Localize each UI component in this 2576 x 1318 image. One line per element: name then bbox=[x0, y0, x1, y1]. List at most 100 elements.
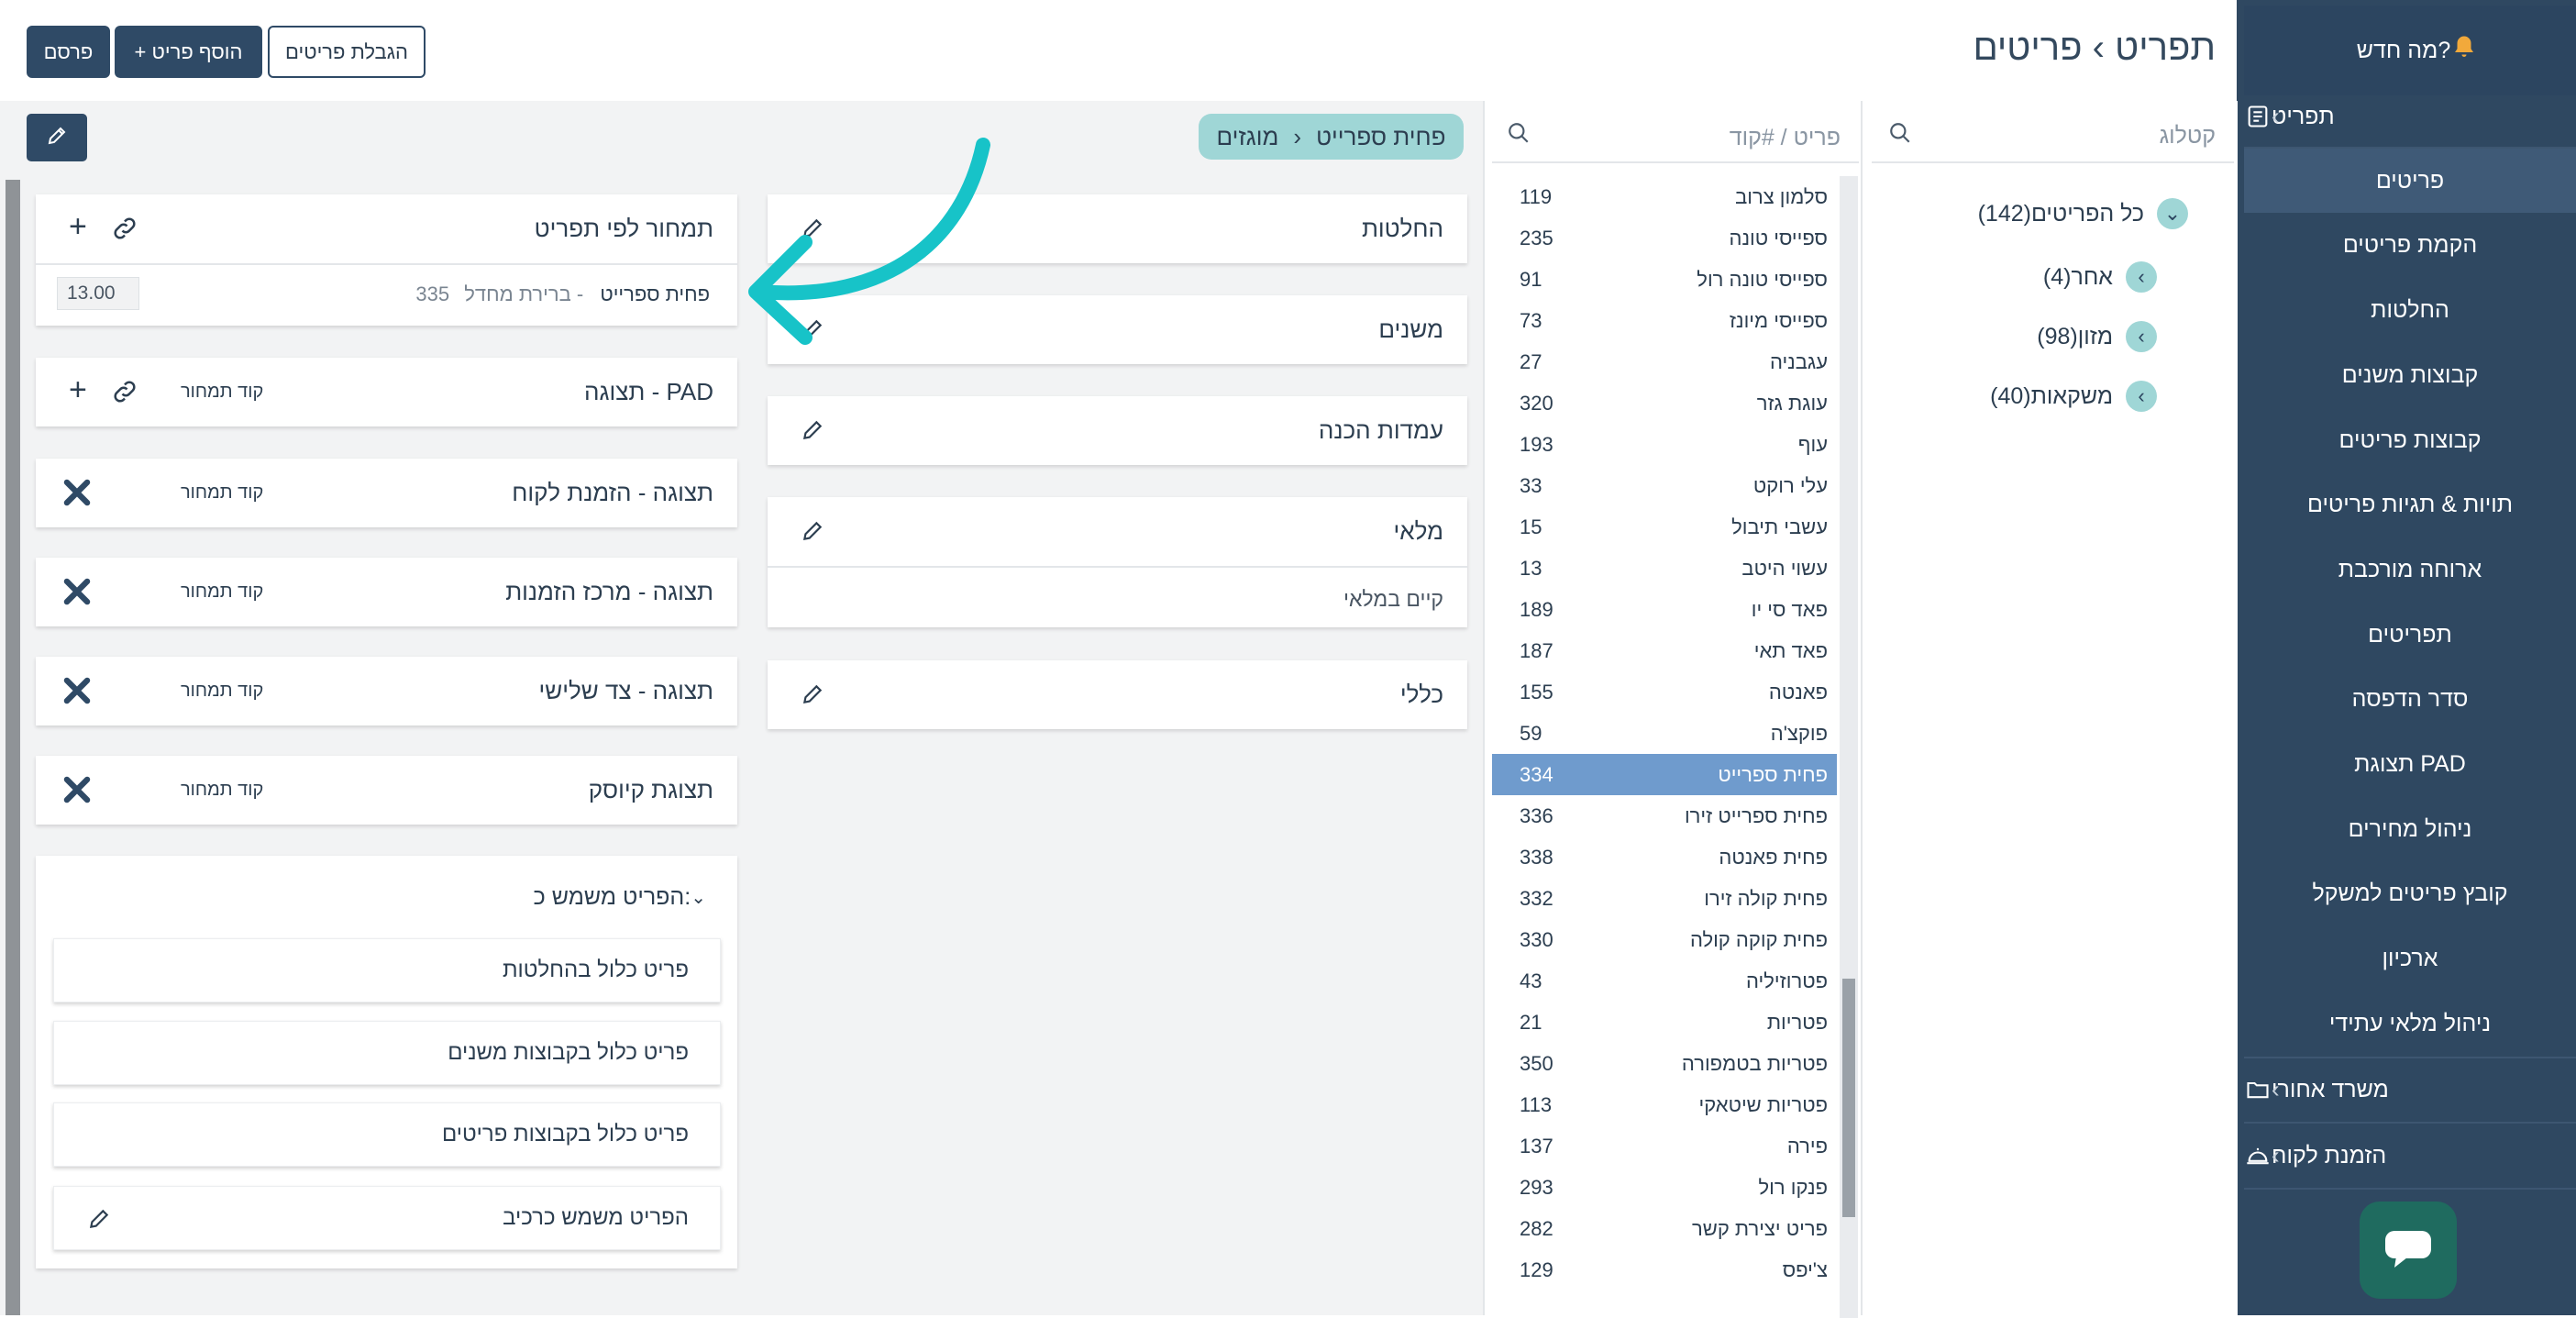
item-row[interactable]: 282 פריט יצירת קשר bbox=[1492, 1208, 1837, 1249]
sidebar-item-menus[interactable]: תפריטים bbox=[2244, 603, 2576, 667]
tree-category-food[interactable]: מזון(98) ‹ bbox=[2037, 321, 2157, 352]
sidebar-item-archive[interactable]: ארכיון bbox=[2244, 926, 2576, 991]
item-row[interactable]: 330 פחית קוקה קולה bbox=[1492, 919, 1837, 960]
sidebar-item-price-management[interactable]: ניהול מחירים bbox=[2244, 797, 2576, 861]
items-limit-button[interactable]: הגבלת פריטים bbox=[268, 26, 426, 78]
sidebar-item-pad-display[interactable]: תצוגת PAD bbox=[2244, 732, 2576, 796]
item-row[interactable]: 73 ספייסי מיונז bbox=[1492, 300, 1837, 341]
link-icon[interactable] bbox=[111, 378, 138, 410]
item-row[interactable]: 13 עשוי היטב bbox=[1492, 548, 1837, 589]
sidebar-item-label: קובץ פריטים למשקל bbox=[2312, 880, 2508, 906]
prep-stations-card[interactable]: עמדות הכנה bbox=[768, 396, 1467, 465]
pencil-icon[interactable] bbox=[87, 1207, 111, 1231]
chevron-down-icon[interactable]: ⌄ bbox=[2157, 198, 2188, 229]
item-row[interactable]: 129 צ'יפס bbox=[1492, 1249, 1837, 1290]
item-row[interactable]: 43 פטרוזיליה bbox=[1492, 960, 1837, 1002]
scrollbar-thumb[interactable] bbox=[1842, 979, 1855, 1217]
pricing-code-label[interactable]: קוד תמחור bbox=[181, 482, 263, 504]
items-search-input[interactable]: פריט / #קוד bbox=[1730, 125, 1841, 151]
catalog-search-input[interactable]: קטלוג bbox=[2160, 123, 2216, 150]
detail-scrollbar[interactable] bbox=[6, 180, 20, 1315]
items-scrollbar[interactable] bbox=[1840, 176, 1858, 1318]
usage-row-modifier-groups[interactable]: פריט כלול בקבוצות משנים bbox=[53, 1021, 721, 1085]
item-row[interactable]: 91 ספייסי טונה רול bbox=[1492, 259, 1837, 300]
sidebar-item-tags[interactable]: תויות & תגיות פריטים bbox=[2244, 472, 2576, 537]
whats-new[interactable]: מה חדש? bbox=[2244, 6, 2576, 95]
item-row[interactable]: 59 פוקצ'ה bbox=[1492, 713, 1837, 754]
pricing-code-label[interactable]: קוד תמחור bbox=[181, 780, 263, 801]
chevron-left-icon[interactable]: ‹ bbox=[2126, 261, 2157, 293]
sidebar-item-print-order[interactable]: סדר הדפסה bbox=[2244, 667, 2576, 731]
link-icon[interactable] bbox=[111, 215, 138, 247]
sidebar-section-menu[interactable]: תפריט ‹ bbox=[2244, 84, 2576, 149]
item-name: פחית פאנטה bbox=[1719, 845, 1828, 869]
item-row[interactable]: 320 עוגת גזר bbox=[1492, 382, 1837, 424]
general-card[interactable]: כללי bbox=[768, 660, 1467, 729]
sidebar-item-label: ארכיון bbox=[2382, 945, 2438, 971]
item-row[interactable]: 189 פאד סי יו bbox=[1492, 589, 1837, 630]
usage-row-component[interactable]: הפריט משמש כרכיב bbox=[53, 1186, 721, 1250]
item-row[interactable]: 27 עגבניה bbox=[1492, 341, 1837, 382]
tree-all-items[interactable]: כל הפריטים(142) ⌄ bbox=[1978, 198, 2188, 229]
sidebar-item-combo-meal[interactable]: ארוחה מורכבת bbox=[2244, 537, 2576, 602]
sidebar-section-back-office[interactable]: משרד אחורי ‹ bbox=[2244, 1058, 2576, 1122]
pencil-icon[interactable] bbox=[801, 682, 824, 706]
chevron-left-icon[interactable]: ‹ bbox=[2126, 381, 2157, 412]
close-icon[interactable] bbox=[60, 772, 94, 812]
price-input[interactable]: 13.00 bbox=[57, 277, 139, 310]
sidebar-item-items[interactable]: פריטים bbox=[2244, 149, 2576, 213]
tree-category-other[interactable]: אחר(4) ‹ bbox=[2043, 261, 2157, 293]
usage-row-decisions[interactable]: פריט כלול בהחלטות bbox=[53, 938, 721, 1002]
item-name: פטריות שיטאקי bbox=[1698, 1092, 1828, 1116]
item-row[interactable]: 119 סלמון צרוב bbox=[1492, 176, 1837, 217]
inventory-card[interactable]: מלאי קיים במלאי bbox=[768, 497, 1467, 627]
usage-row-item-groups[interactable]: פריט כלול בקבוצות פריטים bbox=[53, 1102, 721, 1167]
sidebar-item-item-setup[interactable]: הקמת פריטים bbox=[2244, 213, 2576, 277]
pricing-code-label[interactable]: קוד תמחור bbox=[181, 681, 263, 702]
item-row[interactable]: 334 פחית ספרייט bbox=[1492, 754, 1837, 795]
publish-button[interactable]: פרסם bbox=[27, 26, 110, 78]
item-row[interactable]: 113 פטריות שיטאקי bbox=[1492, 1084, 1837, 1125]
pricing-code-label[interactable]: קוד תמחור bbox=[181, 581, 263, 603]
item-usage-header[interactable]: הפריט משמש כ: ⌄ bbox=[534, 874, 713, 920]
tree-category-drinks[interactable]: משקאות(40) ‹ bbox=[1990, 381, 2157, 412]
item-row[interactable]: 15 עשבי תיבול bbox=[1492, 506, 1837, 548]
item-row[interactable]: 338 פחית פאנטה bbox=[1492, 836, 1837, 878]
plus-icon[interactable]: + bbox=[69, 374, 87, 405]
tree-all-items-label: כל הפריטים(142) bbox=[1977, 200, 2144, 227]
sidebar-item-item-groups[interactable]: קבוצות פריטים bbox=[2244, 408, 2576, 472]
plus-icon[interactable]: + bbox=[69, 211, 87, 242]
close-icon[interactable] bbox=[60, 673, 94, 713]
item-row[interactable]: 350 פטריות בטמפורה bbox=[1492, 1043, 1837, 1084]
pencil-icon[interactable] bbox=[801, 519, 824, 543]
item-row[interactable]: 187 פאד תאי bbox=[1492, 630, 1837, 671]
item-name: פוקצ'ה bbox=[1770, 721, 1828, 745]
close-icon[interactable] bbox=[60, 475, 94, 515]
item-row[interactable]: 193 עוף bbox=[1492, 424, 1837, 465]
close-icon[interactable] bbox=[60, 574, 94, 614]
pricing-code-label[interactable]: קוד תמחור bbox=[181, 382, 263, 403]
chevron-left-icon[interactable]: ‹ bbox=[2126, 321, 2157, 352]
add-item-button[interactable]: + הוסף פריט bbox=[115, 26, 262, 78]
sidebar-item-decisions[interactable]: החלטות bbox=[2244, 278, 2576, 342]
item-code: 155 bbox=[1520, 680, 1553, 703]
item-row[interactable]: 332 פחית קולה זירו bbox=[1492, 878, 1837, 919]
item-row[interactable]: 235 ספייסי טונה bbox=[1492, 217, 1837, 259]
item-row[interactable]: 336 פחית ספרייט זירו bbox=[1492, 795, 1837, 836]
sidebar-section-customer-order[interactable]: הזמנת לקוח ‹ bbox=[2244, 1124, 2576, 1188]
item-row[interactable]: 155 פאנטה bbox=[1492, 671, 1837, 713]
edit-item-button[interactable] bbox=[27, 114, 87, 161]
item-row[interactable]: 21 פטריות bbox=[1492, 1002, 1837, 1043]
item-row[interactable]: 33 עלי רוקט bbox=[1492, 465, 1837, 506]
chat-button[interactable] bbox=[2360, 1202, 2457, 1299]
pencil-icon[interactable] bbox=[801, 418, 824, 442]
sidebar-item-future-inventory[interactable]: ניהול מלאי עתידי bbox=[2244, 991, 2576, 1056]
breadcrumb-category[interactable]: מוגזים bbox=[1217, 123, 1279, 151]
sidebar-item-weight-file[interactable]: קובץ פריטים למשקל bbox=[2244, 861, 2576, 925]
item-row[interactable]: 137 פירה bbox=[1492, 1125, 1837, 1167]
usage-row-label: פריט כלול בקבוצות משנים bbox=[448, 1040, 689, 1065]
item-row[interactable]: 293 פנקו רול bbox=[1492, 1167, 1837, 1208]
catalog-search[interactable]: קטלוג bbox=[1872, 101, 2234, 163]
items-search[interactable]: פריט / #קוד bbox=[1492, 101, 1859, 163]
sidebar-item-modifier-groups[interactable]: קבוצות משנים bbox=[2244, 343, 2576, 407]
